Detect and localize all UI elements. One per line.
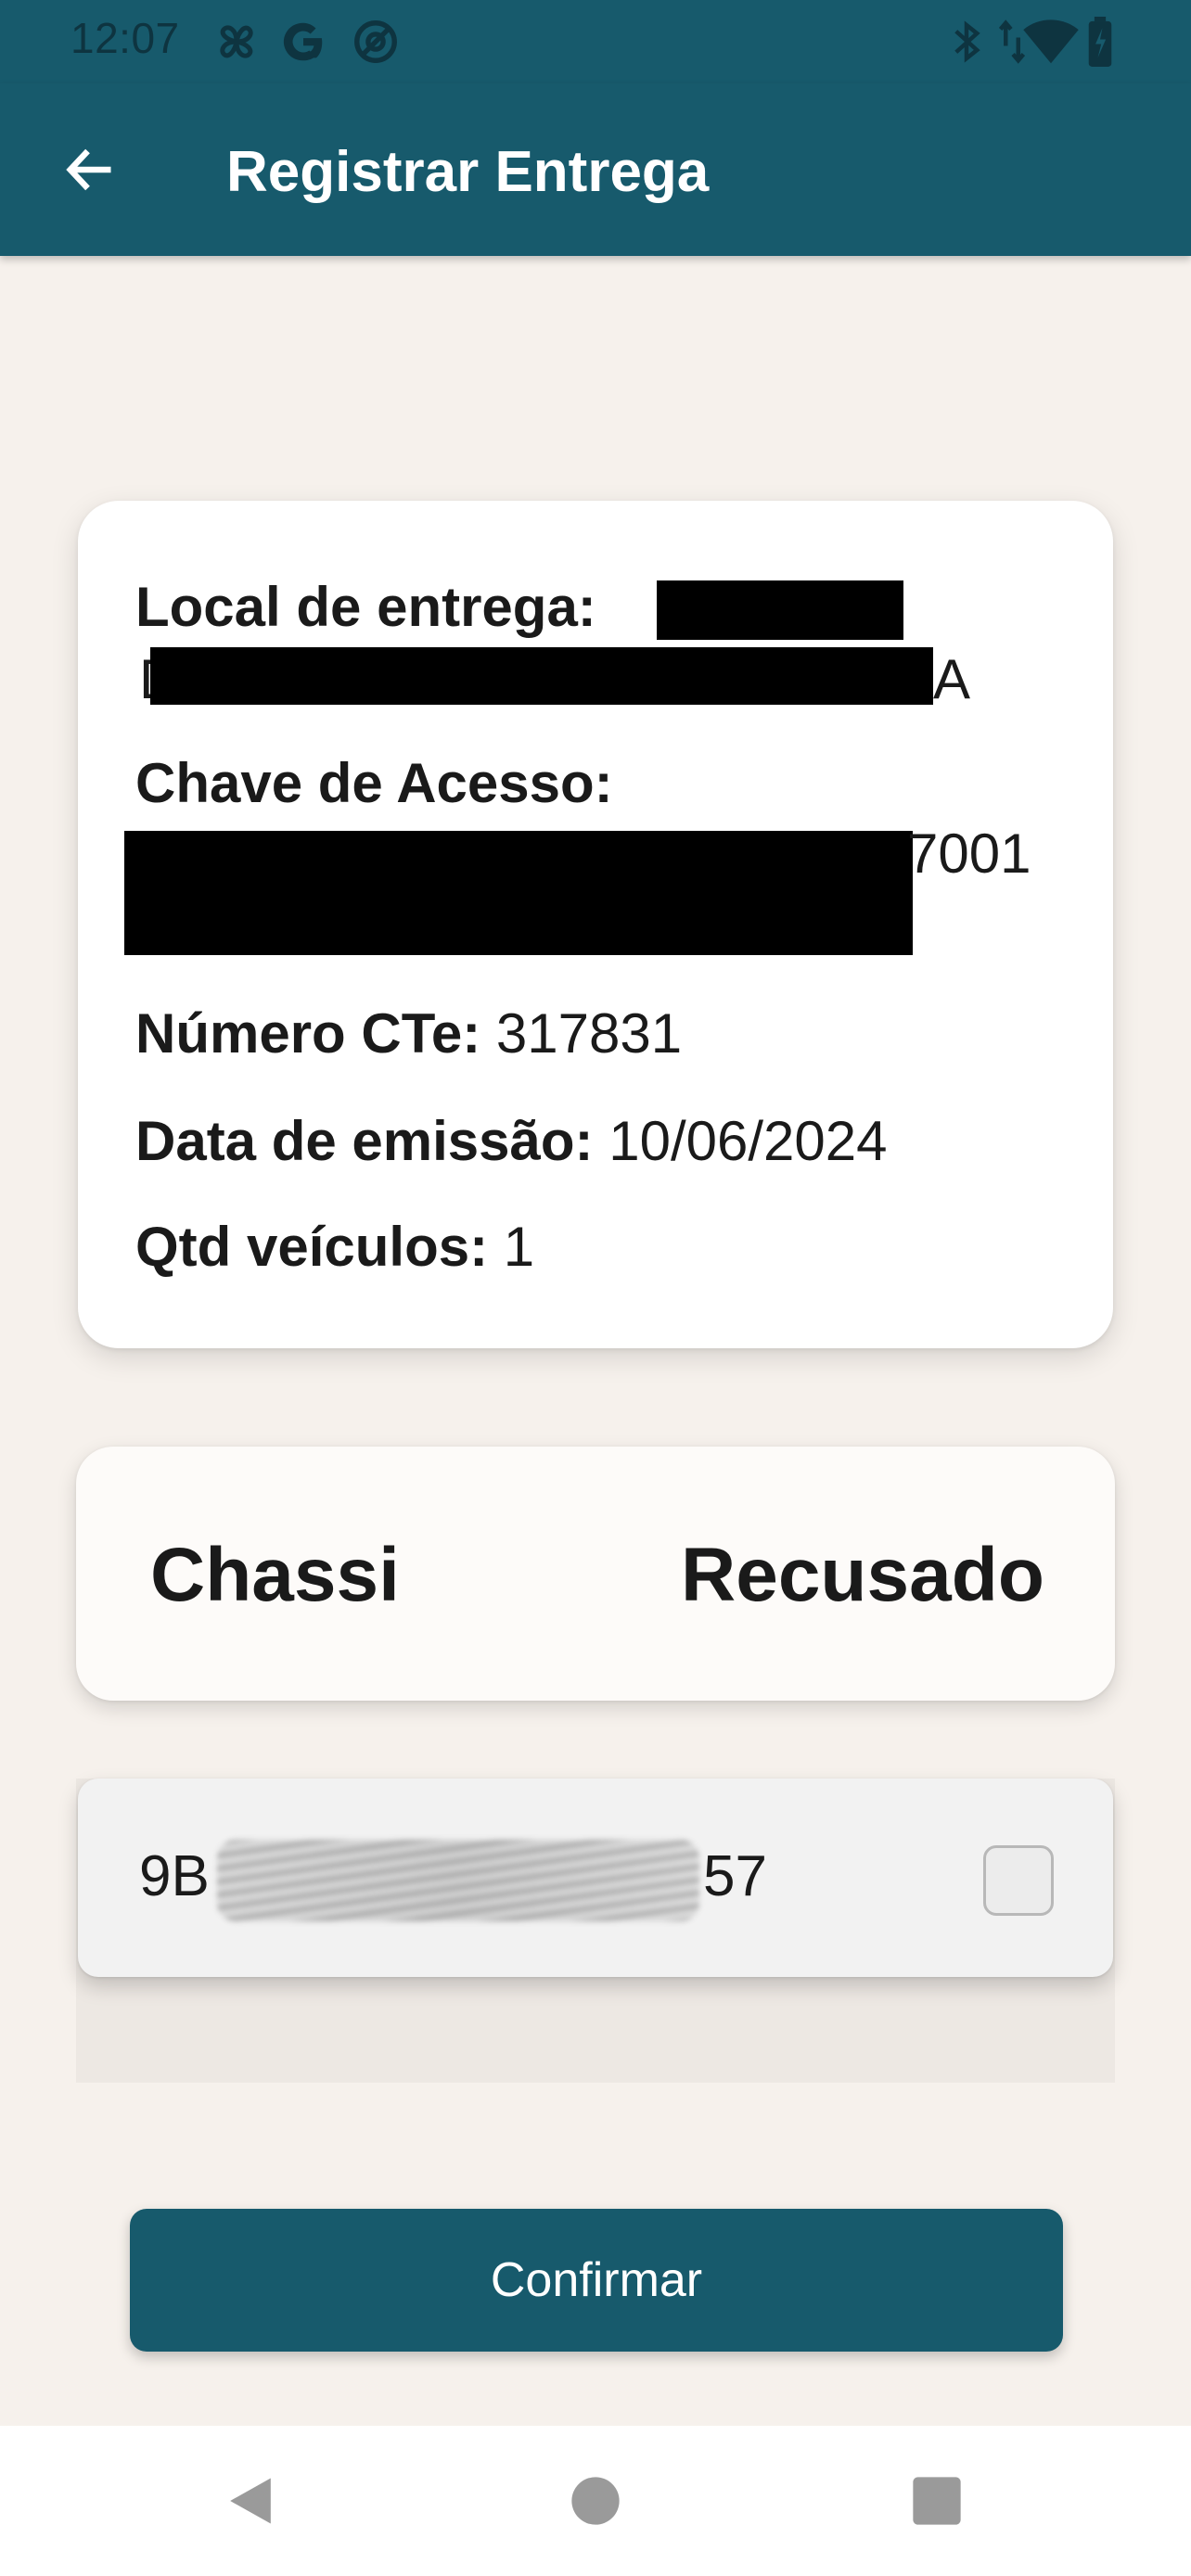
bluetooth-icon bbox=[954, 20, 980, 63]
redacted-local-line2 bbox=[150, 647, 933, 705]
chassi-suffix: 57 bbox=[703, 1844, 767, 1908]
redacted-chave-acesso bbox=[124, 831, 913, 955]
nav-home-icon bbox=[571, 2477, 620, 2525]
recusado-column-header: Recusado bbox=[681, 1533, 1044, 1617]
nav-home-button[interactable] bbox=[557, 2426, 634, 2576]
chave-acesso-label: Chave de Acesso: bbox=[135, 752, 613, 814]
chassi-prefix: 9B bbox=[139, 1844, 210, 1908]
delivery-info-card: Local de entrega: D A Chave de Acesso: 7… bbox=[78, 501, 1113, 1348]
nav-recents-button[interactable] bbox=[900, 2426, 974, 2576]
data-emissao-row: Data de emissão: 10/06/2024 bbox=[135, 1109, 888, 1173]
nav-back-button[interactable] bbox=[213, 2426, 288, 2576]
chassi-blurred-middle bbox=[217, 1840, 699, 1921]
at-sign-icon bbox=[354, 20, 397, 63]
nav-recents-icon bbox=[913, 2477, 961, 2525]
confirm-button[interactable]: Confirmar bbox=[130, 2209, 1063, 2352]
nav-back-icon bbox=[230, 2478, 271, 2524]
local-entrega-label: Local de entrega: bbox=[135, 576, 596, 638]
system-nav-bar bbox=[0, 2426, 1191, 2576]
list-item: 9B 57 bbox=[78, 1779, 1113, 1977]
google-icon bbox=[283, 22, 323, 61]
chassi-column-header: Chassi bbox=[150, 1533, 400, 1617]
numero-cte-label: Número CTe: bbox=[135, 1002, 481, 1065]
qtd-veiculos-value: 1 bbox=[503, 1216, 535, 1278]
numero-cte-value: 317831 bbox=[495, 1002, 683, 1065]
redacted-local-value bbox=[657, 580, 903, 640]
battery-icon bbox=[1088, 17, 1112, 67]
chave-acesso-row: Chave de Acesso: bbox=[135, 751, 613, 815]
status-bar: 12:07 bbox=[0, 0, 1191, 83]
qtd-veiculos-label: Qtd veículos: bbox=[135, 1216, 489, 1278]
fan-icon bbox=[220, 25, 253, 58]
data-emissao-label: Data de emissão: bbox=[135, 1110, 594, 1172]
page-title: Registrar Entrega bbox=[226, 140, 710, 204]
chave-acesso-tail: 7001 bbox=[907, 823, 1031, 885]
qtd-veiculos-row: Qtd veículos: 1 bbox=[135, 1215, 534, 1279]
wifi-icon bbox=[1023, 19, 1079, 64]
vehicle-table-header: Chassi Recusado bbox=[76, 1447, 1115, 1701]
local-entrega-line2-end: A bbox=[933, 648, 971, 710]
numero-cte-row: Número CTe: 317831 bbox=[135, 1001, 682, 1065]
vehicle-list: 9B 57 bbox=[76, 1779, 1115, 2083]
data-emissao-value: 10/06/2024 bbox=[608, 1110, 888, 1172]
back-button[interactable] bbox=[48, 128, 132, 211]
local-entrega-row: Local de entrega: bbox=[135, 575, 596, 639]
app-bar: Registrar Entrega bbox=[0, 83, 1191, 256]
status-time: 12:07 bbox=[70, 14, 180, 62]
recusado-checkbox[interactable] bbox=[983, 1845, 1054, 1916]
arrow-left-icon bbox=[66, 148, 111, 191]
